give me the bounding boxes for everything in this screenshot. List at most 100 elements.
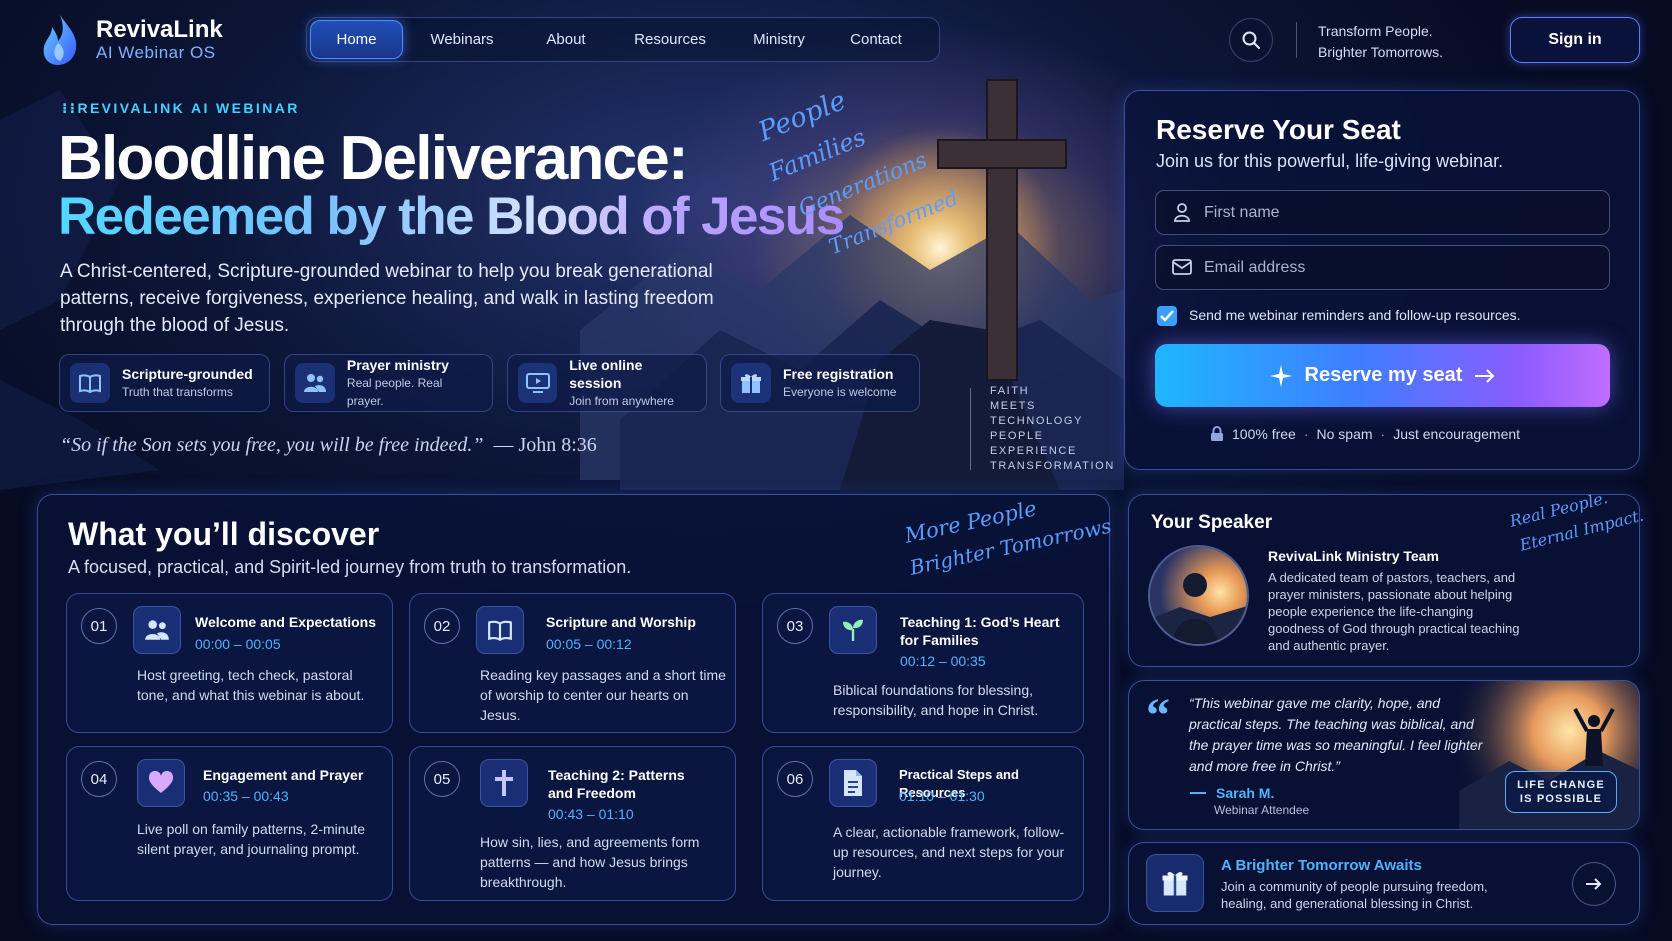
assurance-no-spam: No spam: [1316, 426, 1373, 442]
lock-icon: [1211, 426, 1223, 441]
life-change-badge: LIFE CHANGE IS POSSIBLE: [1505, 771, 1617, 813]
email-field[interactable]: Email address: [1155, 245, 1610, 290]
session-time: 00:35 – 00:43: [203, 788, 289, 804]
session-card[interactable]: 04 Engagement and Prayer 00:35 – 00:43 L…: [66, 746, 393, 901]
document-icon: [829, 759, 877, 807]
header-divider: [1296, 22, 1297, 58]
feature-live: Live online session Join from anywhere: [507, 354, 707, 412]
brand-name: RevivaLink: [96, 16, 223, 43]
nav-about[interactable]: About: [521, 20, 611, 59]
feature-title: Scripture-grounded: [122, 366, 253, 382]
hero-description: A Christ-centered, Scripture-grounded we…: [60, 261, 714, 336]
speaker-title: Your Speaker: [1151, 512, 1273, 533]
session-number: 05: [424, 761, 460, 797]
nav-contact[interactable]: Contact: [829, 20, 923, 59]
session-description: How sin, lies, and agreements form patte…: [480, 834, 700, 890]
session-number: 01: [81, 608, 117, 644]
reserve-title: Reserve Your Seat: [1156, 114, 1401, 145]
quote-reference: — John 8:36: [493, 434, 597, 456]
reserve-assurance: 100% free · No spam · Just encouragement: [1210, 426, 1520, 442]
reserve-seat-button[interactable]: Reserve my seat: [1155, 344, 1610, 407]
nav-ministry[interactable]: Ministry: [729, 20, 829, 59]
assurance-free: 100% free: [1232, 426, 1296, 442]
feature-subtitle: Truth that transforms: [122, 385, 233, 399]
reminders-checkbox-label[interactable]: Send me webinar reminders and follow-up …: [1189, 307, 1521, 323]
quote-mark-icon: “: [1146, 689, 1170, 742]
badge-line-2: IS POSSIBLE: [1519, 793, 1603, 805]
session-card[interactable]: 01 Welcome and Expectations 00:00 – 00:0…: [66, 593, 393, 733]
mail-icon: [1172, 259, 1192, 275]
brand-logo[interactable]: RevivaLink AI Webinar OS: [38, 12, 278, 68]
session-card[interactable]: 02 Scripture and Worship 00:05 – 00:12 R…: [409, 593, 736, 733]
attribution-dash: [1190, 792, 1206, 794]
book-icon: [70, 363, 110, 403]
quote-text: “So if the Son sets you free, you will b…: [60, 434, 484, 456]
testimonial-text: “This webinar gave me clarity, hope, and…: [1189, 695, 1483, 774]
session-card[interactable]: 06 Practical Steps and Resources 01:10 –…: [762, 746, 1084, 901]
feature-title: Free registration: [783, 366, 894, 382]
assurance-encouragement: Just encouragement: [1393, 426, 1521, 442]
session-card[interactable]: 05 Teaching 2: Patterns and Freedom 00:4…: [409, 746, 736, 901]
header-tagline: Transform People. Brighter Tomorrows.: [1318, 21, 1443, 63]
session-title: Teaching 1: God’s Heart for Families: [900, 614, 1060, 648]
feature-subtitle: Everyone is welcome: [783, 385, 897, 399]
hero-eyebrow: ⁝⁝REVIVALINK AI WEBINAR: [62, 100, 300, 116]
session-description: A clear, actionable framework, follow-up…: [833, 824, 1065, 880]
speaker-avatar: [1148, 545, 1249, 646]
feature-title: Live online session: [569, 357, 643, 391]
session-description: Reading key passages and a short time of…: [480, 667, 726, 723]
sparkle-icon: [1269, 364, 1292, 387]
nav-home[interactable]: Home: [310, 20, 403, 59]
tagline-line-2: Brighter Tomorrows.: [1318, 44, 1444, 60]
cross-icon: [480, 759, 528, 807]
tagline-line-1: Transform People.: [1318, 23, 1433, 39]
hero-title-line-2: Redeemed by the Blood of Jesus: [58, 187, 845, 246]
people-icon: [295, 363, 335, 403]
search-button[interactable]: [1229, 18, 1273, 62]
speaker-name: RevivaLink Ministry Team: [1268, 548, 1439, 564]
session-time: 00:43 – 01:10: [548, 806, 634, 822]
first-name-field[interactable]: First name: [1155, 190, 1610, 235]
sign-in-button[interactable]: Sign in: [1510, 17, 1640, 63]
cross-silhouette: [937, 79, 1067, 381]
reminders-checkbox[interactable]: [1157, 306, 1177, 326]
session-description: Biblical foundations for blessing, respo…: [833, 682, 1039, 718]
session-card[interactable]: 03 Teaching 1: God’s Heart for Families …: [762, 593, 1084, 733]
session-number: 03: [777, 608, 813, 644]
arrow-right-icon: [1586, 878, 1602, 890]
reserve-seat-label: Reserve my seat: [1304, 364, 1463, 386]
session-title: Engagement and Prayer: [203, 767, 364, 783]
gift-icon: [1146, 854, 1204, 912]
flame-logo-icon: [43, 15, 77, 65]
session-time: 00:05 – 00:12: [546, 636, 632, 652]
hero-eyebrow-text: REVIVALINK AI WEBINAR: [77, 100, 300, 116]
brighter-title: A Brighter Tomorrow Awaits: [1221, 857, 1422, 874]
brighter-description: Join a community of people pursuing free…: [1221, 879, 1488, 911]
feature-title: Prayer ministry: [346, 357, 449, 373]
vertical-word: MEETS: [990, 400, 1036, 412]
main-nav: Home Webinars About Resources Ministry C…: [306, 17, 940, 62]
vertical-word: TRANSFORMATION: [990, 460, 1115, 472]
reserve-subtitle: Join us for this powerful, life-giving w…: [1156, 151, 1504, 171]
user-icon: [1174, 203, 1190, 222]
nav-resources[interactable]: Resources: [611, 20, 729, 59]
speaker-description: A dedicated team of pastors, teachers, a…: [1268, 570, 1520, 653]
session-time: 00:12 – 00:35: [900, 653, 986, 669]
nav-webinars[interactable]: Webinars: [403, 20, 521, 59]
feature-scripture: Scripture-grounded Truth that transforms: [59, 354, 270, 412]
feature-prayer: Prayer ministry Real people. Real prayer.: [284, 354, 493, 412]
session-description: Live poll on family patterns, 2-minute s…: [137, 821, 365, 857]
session-number: 02: [424, 608, 460, 644]
monitor-icon: [518, 363, 558, 403]
session-title: Welcome and Expectations: [195, 614, 377, 630]
brighter-arrow-button[interactable]: [1572, 862, 1616, 906]
scripture-quote: “So if the Son sets you free, you will b…: [60, 434, 597, 457]
search-icon: [1242, 31, 1260, 49]
gift-icon: [731, 363, 771, 403]
session-time: 00:00 – 00:05: [195, 636, 281, 652]
session-number: 04: [81, 761, 117, 797]
testimonial-name: Sarah M.: [1216, 785, 1275, 801]
vertical-word: TECHNOLOGY: [990, 415, 1084, 427]
session-title: Scripture and Worship: [546, 614, 696, 630]
feature-subtitle: Real people. Real prayer.: [346, 376, 443, 408]
